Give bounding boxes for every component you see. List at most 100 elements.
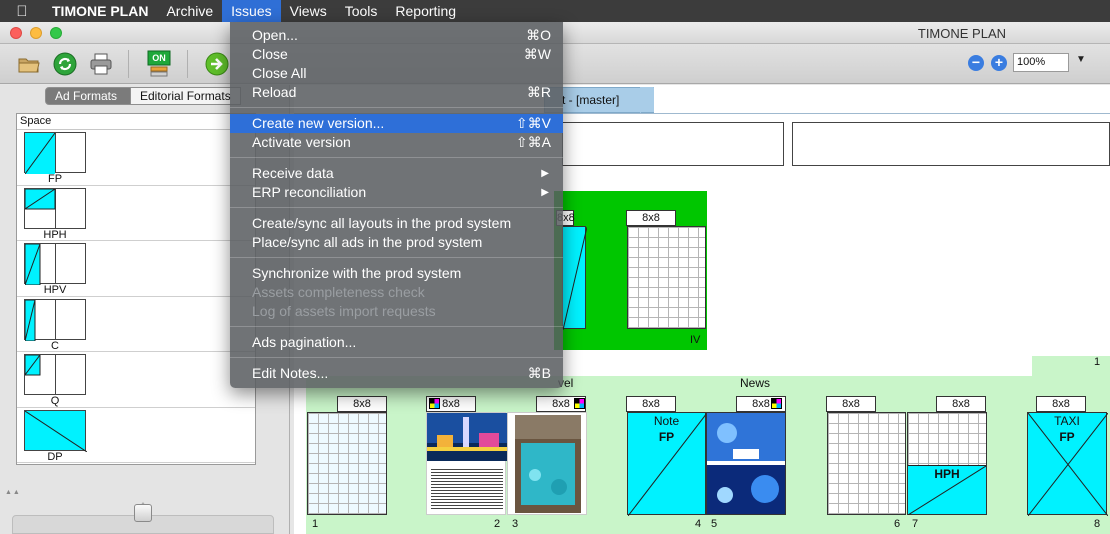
menu-item-receive-data[interactable]: Receive data ▶ — [230, 164, 563, 183]
folder-icon[interactable] — [16, 51, 42, 77]
menu-item-open[interactable]: Open... ⌘O — [230, 26, 563, 45]
header-box — [792, 122, 1110, 166]
format-tag: 8x8 — [337, 396, 387, 412]
menu-item-activate-version[interactable]: Activate version ⇧⌘A — [230, 133, 563, 152]
menu-item-label: Synchronize with the prod system — [252, 265, 462, 281]
menu-item-close-all[interactable]: Close All — [230, 64, 563, 83]
menu-shortcut: ⇧⌘V — [515, 115, 551, 131]
menu-bar:  TIMONE PLAN Archive Issues Views Tools… — [0, 0, 1110, 22]
list-item[interactable]: Q — [17, 352, 255, 408]
menu-item-create-new-version[interactable]: Create new version... ⇧⌘V — [230, 114, 563, 133]
list-item[interactable]: FP — [17, 130, 255, 186]
menu-item-label: Log of assets import requests — [252, 303, 436, 319]
submenu-arrow-icon: ▶ — [541, 168, 549, 179]
list-item[interactable]: C — [17, 297, 255, 352]
spread-label: IV — [690, 334, 701, 346]
ad-format-list: Space FP HPH HPV C Q DP — [16, 113, 256, 465]
tab-ad-formats[interactable]: Ad Formats — [45, 87, 131, 105]
issues-menu: Open... ⌘O Close ⌘W Close All Reload ⌘R Create … — [230, 22, 563, 388]
menu-shortcut: ⌘O — [526, 27, 551, 43]
format-thumb — [24, 187, 86, 229]
menu-item-synchronize-with-the-prod-system[interactable]: Synchronize with the prod system — [230, 264, 563, 283]
header-box — [562, 122, 784, 166]
page-number: 1 — [312, 518, 319, 530]
chevron-down-icon[interactable]: ▼ — [1076, 54, 1086, 65]
menu-separator — [230, 157, 563, 158]
photo-pool — [515, 415, 581, 513]
page-8[interactable]: TAXI FP — [1027, 412, 1108, 516]
menu-views[interactable]: Views — [281, 0, 336, 22]
menu-item-erp-reconciliation[interactable]: ERP reconciliation ▶ — [230, 183, 563, 202]
page-4[interactable]: Note FP — [627, 412, 707, 516]
page-top-left — [562, 226, 587, 330]
menu-separator — [230, 107, 563, 108]
go-arrow-icon[interactable] — [204, 51, 230, 77]
list-item[interactable]: HPH — [17, 186, 255, 241]
zoom-minus-icon[interactable]: − — [968, 55, 984, 71]
page-2[interactable] — [426, 412, 507, 515]
slider-handle[interactable] — [134, 504, 152, 522]
on-icon[interactable]: ON — [146, 50, 172, 77]
menu-item-ads-pagination[interactable]: Ads pagination... — [230, 333, 563, 352]
printer-icon[interactable] — [88, 51, 114, 77]
zoom-window-button[interactable] — [50, 27, 62, 39]
menu-issues[interactable]: Issues — [222, 0, 281, 22]
menu-separator — [230, 326, 563, 327]
format-thumb — [24, 243, 86, 285]
menu-item-label: Close All — [252, 65, 307, 81]
slider-track — [138, 495, 148, 506]
page-6[interactable] — [827, 412, 906, 515]
zoom-input[interactable]: 100% — [1013, 53, 1069, 72]
tab-editorial-formats[interactable]: Editorial Formats — [131, 87, 241, 105]
format-label: C — [51, 339, 59, 352]
section-label: News — [740, 376, 771, 390]
page-1[interactable] — [307, 412, 387, 515]
list-item[interactable]: DP — [17, 408, 255, 463]
row-number: 1 — [1094, 356, 1101, 368]
close-window-button[interactable] — [10, 27, 22, 39]
format-tag: 8x8 — [826, 396, 876, 412]
article-text — [431, 467, 503, 511]
page-number: 3 — [512, 518, 519, 530]
menu-item-edit-notes[interactable]: Edit Notes... ⌘B — [230, 364, 563, 383]
menu-item-create-sync-all-layouts-in-the-prod-system[interactable]: Create/sync all layouts in the prod syst… — [230, 214, 563, 233]
photo-city — [427, 413, 507, 461]
format-thumb — [24, 354, 86, 395]
format-tag: 8x8 — [1036, 396, 1086, 412]
page-7[interactable]: HPH — [907, 412, 987, 515]
apple-icon[interactable]:  — [0, 3, 44, 20]
format-label: FP — [47, 173, 63, 185]
menu-shortcut: ⌘R — [526, 84, 551, 100]
menu-item-label: Open... — [252, 27, 298, 43]
app-menu[interactable]: TIMONE PLAN — [44, 0, 157, 22]
menu-reporting[interactable]: Reporting — [386, 0, 465, 22]
zoom-plus-icon[interactable]: + — [991, 55, 1007, 71]
format-label: DP — [47, 450, 63, 463]
refresh-icon[interactable] — [52, 51, 78, 77]
menu-archive[interactable]: Archive — [157, 0, 222, 22]
page-5[interactable] — [706, 412, 786, 515]
toolbar-separator — [128, 50, 129, 78]
ad-taxi-label: TAXI — [1054, 414, 1080, 428]
ad-fp-label: FP — [1059, 430, 1075, 444]
menu-item-close[interactable]: Close ⌘W — [230, 45, 563, 64]
format-thumb — [24, 132, 86, 174]
format-thumb — [24, 409, 87, 452]
page-number: 7 — [912, 518, 919, 530]
menu-item-label: Ads pagination... — [252, 334, 357, 350]
menu-item-assets-completeness-check: Assets completeness check — [230, 283, 563, 302]
menu-item-label: Edit Notes... — [252, 365, 329, 381]
menu-tools[interactable]: Tools — [336, 0, 387, 22]
format-tag: 8x8 — [936, 396, 986, 412]
menu-separator — [230, 207, 563, 208]
page-number: 6 — [894, 518, 901, 530]
menu-item-place-sync-all-ads-in-the-prod-system[interactable]: Place/sync all ads in the prod system — [230, 233, 563, 252]
list-header: Space — [17, 114, 255, 130]
menu-item-label: Place/sync all ads in the prod system — [252, 234, 483, 250]
menu-item-reload[interactable]: Reload ⌘R — [230, 83, 563, 102]
minimize-window-button[interactable] — [30, 27, 42, 39]
sort-arrows-icon[interactable]: ▲▲ — [5, 489, 21, 496]
format-label: HPH — [43, 228, 67, 241]
list-item[interactable]: HPV — [17, 241, 255, 297]
page-3[interactable] — [507, 412, 587, 515]
